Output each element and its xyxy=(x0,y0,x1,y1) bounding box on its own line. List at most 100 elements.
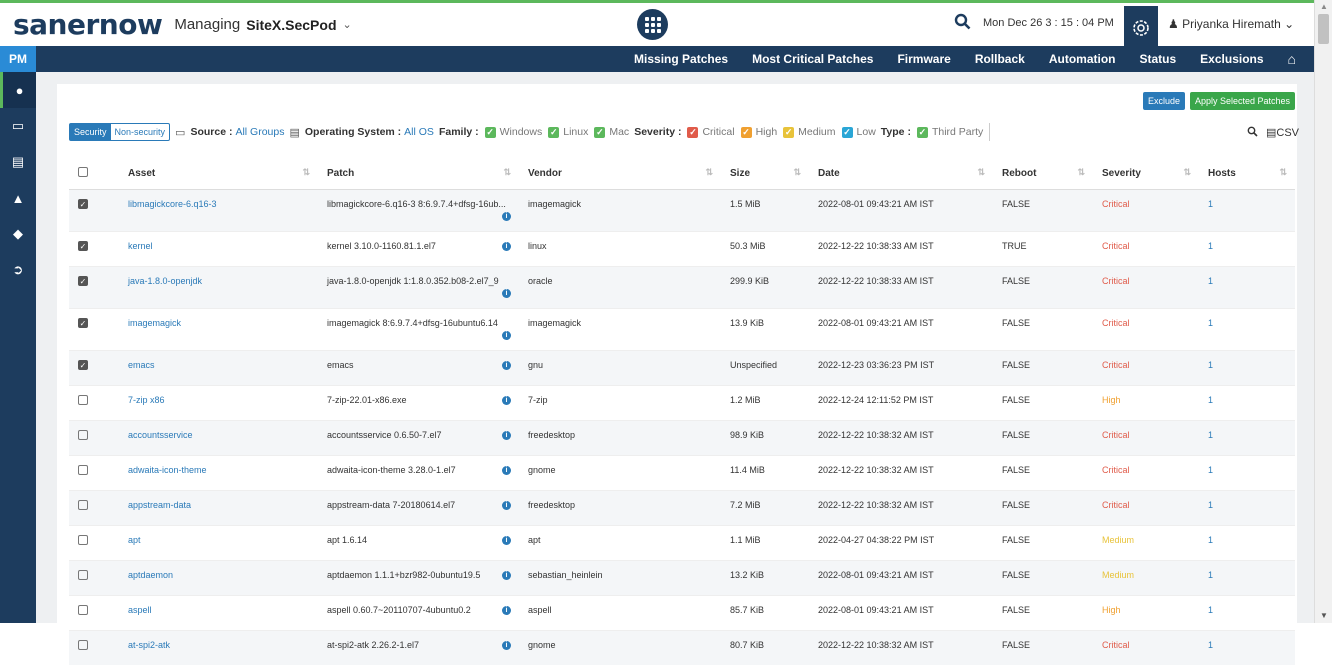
sort-icon[interactable]: ⇅ xyxy=(302,167,310,178)
table-row[interactable]: aspell aspell 0.60.7~20110707-4ubuntu0.2 i… xyxy=(69,594,1295,630)
sort-icon[interactable]: ⇅ xyxy=(977,167,985,178)
row-checkbox[interactable] xyxy=(78,429,88,440)
row-checkbox[interactable]: ✓ xyxy=(78,359,88,370)
info-icon[interactable]: i xyxy=(502,241,511,251)
row-checkbox[interactable] xyxy=(78,604,88,615)
scroll-down-icon[interactable]: ▼ xyxy=(1320,611,1328,620)
nav-missing-patches[interactable]: Missing Patches xyxy=(622,52,740,66)
severity-medium-checkbox[interactable]: ✓ xyxy=(783,126,795,138)
asset-link[interactable]: libmagickcore-6.q16-3 xyxy=(128,199,217,209)
nav-automation[interactable]: Automation xyxy=(1037,52,1128,66)
asset-link[interactable]: aspell xyxy=(128,605,152,615)
asset-link[interactable]: accountsservice xyxy=(128,430,193,440)
table-row[interactable]: apt apt 1.6.14 i apt 1.1 MiB 2022-04-27 04:38… xyxy=(69,524,1295,560)
table-row[interactable]: ✓ kernel kernel 3.10.0-1160.81.1.el7 i linux… xyxy=(69,230,1295,266)
select-all-checkbox[interactable] xyxy=(78,167,88,178)
row-checkbox[interactable] xyxy=(78,534,88,545)
hosts-link[interactable]: 1 xyxy=(1208,570,1213,580)
column-vendor[interactable]: Vendor ⇅ xyxy=(519,159,721,190)
hosts-link[interactable]: 1 xyxy=(1208,640,1213,650)
user-menu[interactable]: ♟ Priyanka Hiremath ⌄ xyxy=(1168,17,1294,31)
exclude-button[interactable]: Exclude xyxy=(1143,92,1186,110)
asset-link[interactable]: adwaita-icon-theme xyxy=(128,465,207,475)
brand-logo[interactable]: sanernow xyxy=(13,8,163,41)
non-security-tab[interactable]: Non-security xyxy=(111,124,170,140)
nav-exclusions[interactable]: Exclusions xyxy=(1188,52,1275,66)
asset-link[interactable]: appstream-data xyxy=(128,500,191,510)
settings-gear-icon[interactable] xyxy=(1124,6,1158,49)
asset-link[interactable]: kernel xyxy=(128,241,153,251)
row-checkbox[interactable]: ✓ xyxy=(78,317,88,328)
alert-icon[interactable]: ▲ xyxy=(0,180,36,216)
table-row[interactable]: adwaita-icon-theme adwaita-icon-theme 3.2… xyxy=(69,454,1295,490)
asset-link[interactable]: java-1.8.0-openjdk xyxy=(128,276,202,286)
family-mac-checkbox[interactable]: ✓ xyxy=(594,126,606,138)
table-row[interactable]: ✓ libmagickcore-6.q16-3 libmagickcore-6.q1… xyxy=(69,188,1295,231)
scrollbar-thumb[interactable] xyxy=(1318,14,1329,44)
monitor-icon[interactable]: ▭ xyxy=(0,108,36,144)
hosts-link[interactable]: 1 xyxy=(1208,605,1213,615)
table-row[interactable]: ✓ emacs emacs i gnu Unspecified 2022-12-23 03:… xyxy=(69,349,1295,385)
info-icon[interactable]: i xyxy=(502,465,511,475)
nav-most-critical-patches[interactable]: Most Critical Patches xyxy=(740,52,885,66)
info-icon[interactable]: i xyxy=(502,288,511,298)
table-row[interactable]: 7-zip x86 7-zip-22.01-x86.exe i 7-zip 1.2 Mi… xyxy=(69,384,1295,420)
info-icon[interactable]: i xyxy=(502,330,511,340)
asset-link[interactable]: at-spi2-atk xyxy=(128,640,170,650)
table-row[interactable]: ✓ java-1.8.0-openjdk java-1.8.0-openjdk 1:… xyxy=(69,265,1295,308)
info-icon[interactable]: i xyxy=(502,211,511,221)
sort-icon[interactable]: ⇅ xyxy=(793,167,801,178)
row-checkbox[interactable]: ✓ xyxy=(78,198,88,209)
sort-icon[interactable]: ⇅ xyxy=(705,167,713,178)
info-icon[interactable]: i xyxy=(502,360,511,370)
sort-icon[interactable]: ⇅ xyxy=(503,167,511,178)
table-search-icon[interactable] xyxy=(1247,126,1258,140)
nav-firmware[interactable]: Firmware xyxy=(885,52,962,66)
info-icon[interactable]: i xyxy=(502,430,511,440)
sort-icon[interactable]: ⇅ xyxy=(1183,167,1191,178)
row-checkbox[interactable] xyxy=(78,569,88,580)
security-tab[interactable]: Security xyxy=(70,124,111,140)
eye-icon[interactable]: ● xyxy=(0,72,36,108)
info-icon[interactable]: i xyxy=(502,535,511,545)
hosts-link[interactable]: 1 xyxy=(1208,535,1213,545)
hosts-link[interactable]: 1 xyxy=(1208,465,1213,475)
sort-icon[interactable]: ⇅ xyxy=(1077,167,1085,178)
scroll-up-icon[interactable]: ▲ xyxy=(1320,2,1328,11)
search-icon[interactable] xyxy=(954,13,971,35)
row-checkbox[interactable] xyxy=(78,499,88,510)
column-severity[interactable]: Severity ⇅ xyxy=(1093,159,1199,190)
severity-low-checkbox[interactable]: ✓ xyxy=(841,126,853,138)
severity-critical-checkbox[interactable]: ✓ xyxy=(687,126,699,138)
os-dropdown[interactable]: All OS xyxy=(404,126,434,138)
nav-rollback[interactable]: Rollback xyxy=(963,52,1037,66)
hosts-link[interactable]: 1 xyxy=(1208,360,1213,370)
hosts-link[interactable]: 1 xyxy=(1208,199,1213,209)
hosts-link[interactable]: 1 xyxy=(1208,430,1213,440)
info-icon[interactable]: i xyxy=(502,570,511,580)
column-size[interactable]: Size ⇅ xyxy=(721,159,809,190)
hosts-link[interactable]: 1 xyxy=(1208,318,1213,328)
column-hosts[interactable]: Hosts ⇅ xyxy=(1199,159,1295,190)
info-icon[interactable]: i xyxy=(502,395,511,405)
hosts-link[interactable]: 1 xyxy=(1208,500,1213,510)
apps-grid-icon[interactable] xyxy=(637,9,668,40)
chevron-down-icon[interactable]: ⌄ xyxy=(343,18,352,31)
table-row[interactable]: ✓ imagemagick imagemagick 8:6.9.7.4+dfsg-1… xyxy=(69,307,1295,350)
table-row[interactable]: at-spi2-atk at-spi2-atk 2.26.2-1.el7 i gnom… xyxy=(69,629,1295,665)
table-row[interactable]: accountsservice accountsservice 0.6.50-7.… xyxy=(69,419,1295,455)
column-patch[interactable]: Patch ⇅ xyxy=(318,159,519,190)
asset-link[interactable]: imagemagick xyxy=(128,318,181,328)
row-checkbox[interactable] xyxy=(78,394,88,405)
type-third-party-checkbox[interactable]: ✓ xyxy=(916,126,928,138)
info-icon[interactable]: i xyxy=(502,500,511,510)
row-checkbox[interactable]: ✓ xyxy=(78,240,88,251)
csv-export-button[interactable]: ▤CSV xyxy=(1266,126,1299,140)
table-row[interactable]: appstream-data appstream-data 7-20180614.… xyxy=(69,489,1295,525)
asset-link[interactable]: 7-zip x86 xyxy=(128,395,165,405)
column-reboot[interactable]: Reboot ⇅ xyxy=(993,159,1093,190)
tag-icon[interactable]: ◆ xyxy=(0,216,36,252)
info-icon[interactable]: i xyxy=(502,605,511,615)
source-dropdown[interactable]: All Groups xyxy=(235,126,284,138)
column-asset[interactable]: Asset ⇅ xyxy=(119,159,318,190)
